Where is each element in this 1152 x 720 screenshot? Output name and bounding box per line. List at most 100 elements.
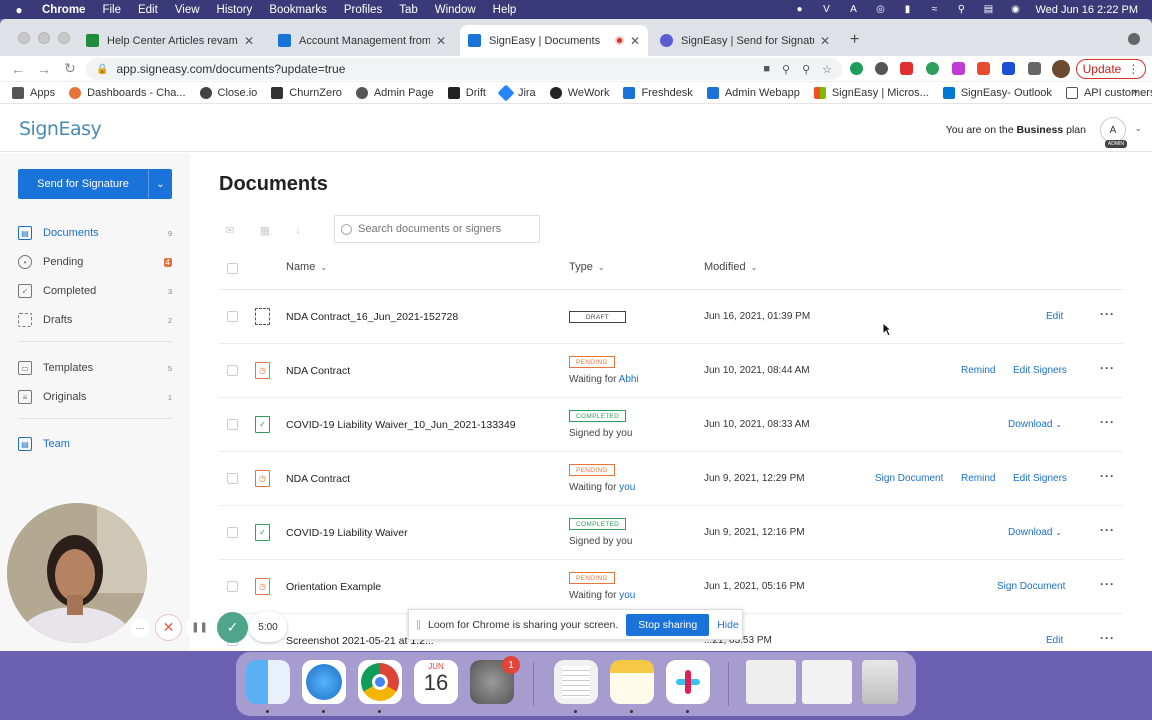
bookmark-item[interactable]: Freshdesk (623, 86, 693, 99)
loom-cancel-icon[interactable]: ✕ (155, 614, 182, 641)
edit-signers-link[interactable]: Edit Signers (1013, 365, 1067, 376)
download-icon[interactable]: ↓ (290, 224, 306, 238)
extension-tp-icon[interactable] (977, 62, 990, 75)
table-row[interactable]: ◷ NDA Contract PENDING Waiting for Abhi … (219, 344, 1123, 398)
minimize-window-button[interactable] (38, 32, 50, 44)
send-for-signature-button[interactable]: Send for Signature ⌄ (18, 169, 172, 199)
finder-icon[interactable] (246, 660, 290, 704)
close-tab-icon[interactable]: ✕ (820, 34, 830, 48)
row-checkbox[interactable] (227, 581, 238, 592)
tab-search-icon[interactable] (1128, 33, 1140, 45)
bookmark-item[interactable]: SignEasy- Outlook (942, 86, 1052, 99)
remind-link[interactable]: Remind (961, 365, 995, 376)
column-header-name[interactable]: Name ⌄ (286, 261, 327, 273)
chevron-down-icon[interactable]: ⌄ (1134, 123, 1142, 134)
reload-icon[interactable]: ↻ (62, 60, 78, 77)
trash-icon[interactable]: ▦ (257, 224, 273, 238)
extensions-puzzle-icon[interactable] (1028, 62, 1041, 75)
more-options-icon[interactable]: ··· (1100, 523, 1115, 537)
bookmark-item[interactable]: API customers (1065, 86, 1152, 99)
extension-grammarly-icon[interactable] (850, 62, 863, 75)
edit-signers-link[interactable]: Edit Signers (1013, 473, 1067, 484)
menu-window[interactable]: Window (435, 4, 476, 16)
tab-signeasy-documents[interactable]: SignEasy | Documents ✕ (460, 25, 648, 56)
bookmark-item[interactable]: Admin Page (355, 86, 434, 99)
sidebar-item-team[interactable]: ▤ Team (18, 434, 172, 454)
document-name[interactable]: NDA Contract (286, 473, 350, 485)
control-center-icon[interactable]: ▤ (981, 4, 995, 16)
profile-avatar[interactable] (1052, 60, 1070, 78)
battery-icon[interactable]: ▮ (900, 4, 914, 16)
camera-icon[interactable]: ■ (763, 63, 770, 76)
slack-icon[interactable] (666, 660, 710, 704)
signer-name[interactable]: you (619, 482, 635, 493)
download-link[interactable]: Download ⌄ (1008, 419, 1062, 430)
select-all-checkbox[interactable] (227, 263, 238, 274)
table-row[interactable]: ✓ COVID-19 Liability Waiver COMPLETED Si… (219, 506, 1123, 560)
new-tab-button[interactable]: + (850, 31, 859, 49)
spotlight-search-icon[interactable]: ⚲ (954, 4, 968, 16)
sign-document-link[interactable]: Sign Document (875, 473, 943, 484)
forward-icon[interactable]: → (36, 61, 52, 77)
sidebar-item-templates[interactable]: ▭ Templates 5 (18, 358, 172, 378)
menu-app-name[interactable]: Chrome (42, 4, 85, 16)
bookmark-item[interactable]: SignEasy | Micros... (813, 86, 929, 99)
bookmark-item[interactable]: Close.io (199, 86, 257, 99)
close-tab-icon[interactable]: ✕ (244, 34, 254, 48)
chevron-down-icon[interactable]: ⌄ (148, 169, 172, 199)
search-input[interactable] (358, 223, 528, 235)
email-icon[interactable]: ✉ (222, 224, 238, 238)
chrome-icon[interactable] (358, 660, 402, 704)
apple-menu-icon[interactable]: ● (12, 3, 26, 17)
notes-icon[interactable] (610, 660, 654, 704)
table-row[interactable]: NDA Contract_16_Jun_2021-152728 DRAFT Ju… (219, 290, 1123, 344)
document-name[interactable]: NDA Contract_16_Jun_2021-152728 (286, 311, 458, 323)
document-name[interactable]: Orientation Example (286, 581, 381, 593)
loom-pause-icon[interactable]: ❚❚ (186, 614, 213, 641)
table-row[interactable]: ◷ Orientation Example PENDING Waiting fo… (219, 560, 1123, 614)
hide-button[interactable]: Hide (717, 619, 739, 631)
edit-link[interactable]: Edit (1046, 635, 1063, 646)
menu-help[interactable]: Help (493, 4, 517, 16)
table-row[interactable]: ✓ COVID-19 Liability Waiver_10_Jun_2021-… (219, 398, 1123, 452)
zoom-icon[interactable]: ⚲ (802, 63, 810, 76)
bookmark-item[interactable]: Jira (497, 84, 536, 101)
sidebar-item-documents[interactable]: ▤ Documents 9 (18, 223, 172, 243)
trash-icon[interactable] (862, 660, 898, 704)
menu-file[interactable]: File (102, 4, 121, 16)
signer-name[interactable]: Abhi (619, 374, 639, 385)
edit-link[interactable]: Edit (1046, 311, 1063, 322)
extension-green-icon[interactable] (926, 62, 939, 75)
chrome-update-button[interactable]: Update ⋮ (1076, 59, 1146, 79)
tab-help-center[interactable]: Help Center Articles revamp p ✕ (78, 25, 262, 56)
more-options-icon[interactable]: ··· (1100, 415, 1115, 429)
extension-shield-icon[interactable] (1002, 62, 1015, 75)
document-name[interactable]: COVID-19 Liability Waiver_10_Jun_2021-13… (286, 419, 516, 431)
remind-link[interactable]: Remind (961, 473, 995, 484)
menu-edit[interactable]: Edit (138, 4, 158, 16)
more-options-icon[interactable]: ··· (1100, 307, 1115, 321)
document-name[interactable]: COVID-19 Liability Waiver (286, 527, 408, 539)
safari-icon[interactable] (302, 660, 346, 704)
document-name[interactable]: NDA Contract (286, 365, 350, 377)
loom-status-icon[interactable]: ● (792, 4, 806, 16)
address-bar[interactable]: 🔒 app.signeasy.com/documents?update=true… (86, 58, 842, 80)
extension-circle-icon[interactable] (875, 62, 888, 75)
more-options-icon[interactable]: ··· (1100, 631, 1115, 645)
bookmark-item[interactable]: ChurnZero (271, 86, 342, 99)
search-documents-field[interactable] (334, 215, 540, 243)
text-input-icon[interactable]: A (846, 4, 860, 16)
menu-view[interactable]: View (175, 4, 200, 16)
loom-camera-bubble[interactable] (7, 503, 147, 643)
minimized-window-thumbnail[interactable] (802, 660, 852, 704)
siri-icon[interactable]: ◉ (1008, 4, 1022, 16)
bookmark-item[interactable]: Apps (12, 86, 55, 99)
back-icon[interactable]: ← (10, 61, 26, 77)
row-checkbox[interactable] (227, 311, 238, 322)
bookmark-item[interactable]: Admin Webapp (706, 86, 800, 99)
bookmark-star-icon[interactable]: ☆ (822, 63, 832, 76)
row-checkbox[interactable] (227, 365, 238, 376)
menu-tab[interactable]: Tab (399, 4, 418, 16)
signer-name[interactable]: you (619, 590, 635, 601)
key-icon[interactable]: ⚲ (782, 63, 790, 76)
